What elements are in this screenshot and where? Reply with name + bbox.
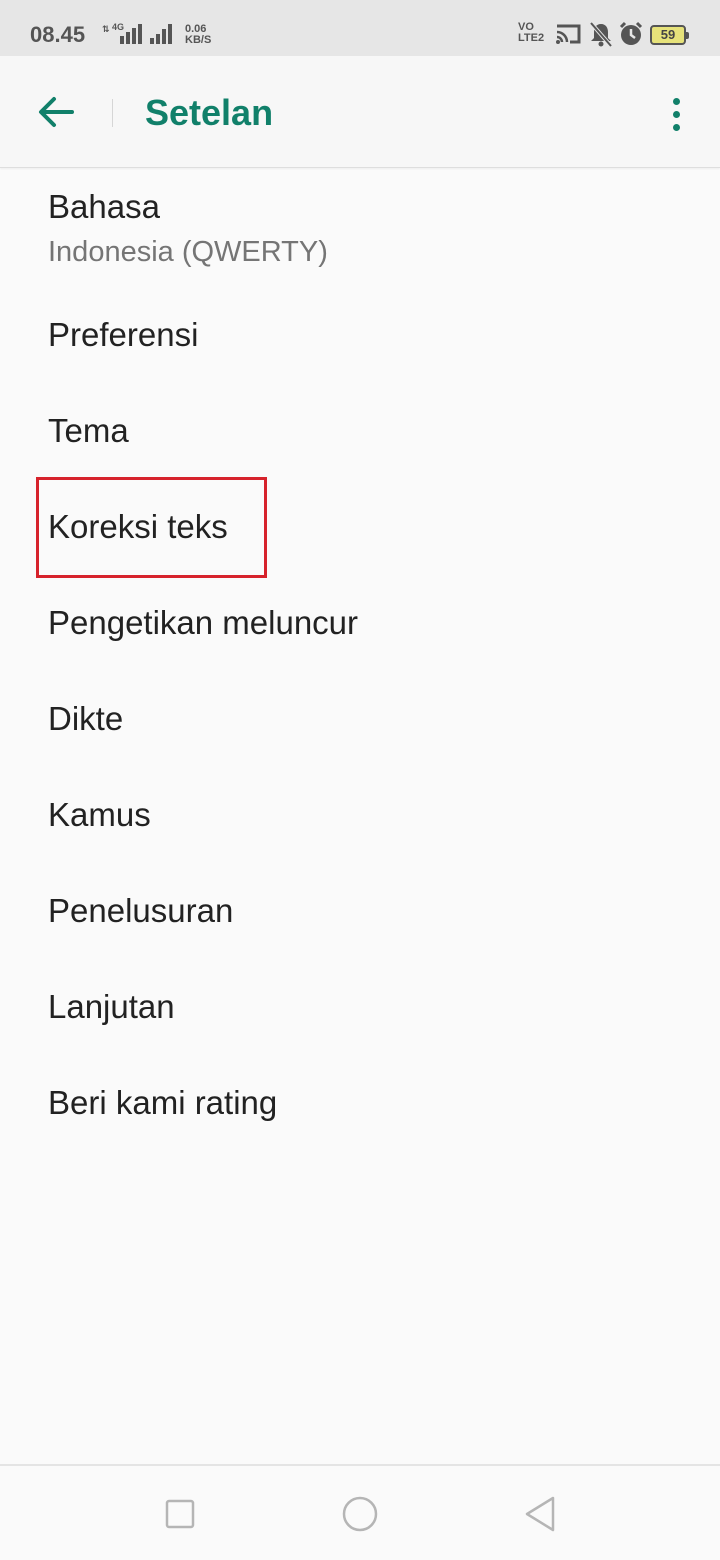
highlight-annotation-box — [36, 477, 267, 578]
setting-item-pengetikan-meluncur[interactable]: Pengetikan meluncur — [0, 570, 720, 666]
cast-icon — [556, 24, 581, 44]
setting-item-title: Kamus — [48, 796, 151, 833]
setting-item-title: Dikte — [48, 700, 124, 737]
app-bar-divider — [112, 99, 113, 127]
recents-button[interactable] — [152, 1486, 208, 1542]
setting-item-title: Penelusuran — [48, 892, 234, 929]
setting-item-title: Lanjutan — [48, 988, 175, 1025]
more-vertical-icon-dot — [672, 110, 680, 118]
more-options-button[interactable] — [656, 88, 696, 140]
notifications-off-icon — [589, 21, 613, 48]
alarm-icon — [619, 21, 643, 45]
signal-strength-1-icon — [120, 22, 142, 44]
setting-item-title: Pengetikan meluncur — [48, 604, 359, 641]
status-bar: 08.45 ⇅ 4G 0.06 KB/S VO LTE2 59 — [0, 0, 720, 56]
setting-item-subtitle: Indonesia (QWERTY) — [48, 236, 328, 268]
setting-item-preferensi[interactable]: Preferensi — [0, 282, 720, 378]
circle-icon — [342, 1496, 378, 1532]
app-bar: Setelan — [0, 56, 720, 168]
more-vertical-icon-dot — [672, 97, 680, 105]
more-vertical-icon-dot — [672, 123, 680, 131]
setting-item-title: Beri kami rating — [48, 1084, 278, 1121]
back-button[interactable] — [30, 86, 82, 138]
setting-item-title: Tema — [48, 412, 129, 449]
setting-item-title: Preferensi — [48, 316, 199, 353]
battery-indicator: 59 — [650, 25, 689, 45]
network-speed-unit: KB/S — [185, 34, 212, 46]
setting-item-bahasa[interactable]: Bahasa Indonesia (QWERTY) — [0, 168, 720, 282]
data-arrows-icon: ⇅ — [102, 24, 110, 34]
network-speed: 0.06 KB/S — [185, 24, 211, 46]
setting-item-dikte[interactable]: Dikte — [0, 666, 720, 762]
square-icon — [165, 1499, 195, 1529]
setting-item-beri-kami-rating[interactable]: Beri kami rating — [0, 1050, 720, 1146]
page-title: Setelan — [145, 92, 274, 133]
signal-strength-2-icon — [150, 22, 172, 44]
setting-item-lanjutan[interactable]: Lanjutan — [0, 954, 720, 1050]
system-navigation-bar — [0, 1464, 720, 1560]
setting-item-penelusuran[interactable]: Penelusuran — [0, 858, 720, 954]
nav-back-button[interactable] — [512, 1486, 568, 1542]
status-time: 08.45 — [30, 22, 86, 47]
setting-item-tema[interactable]: Tema — [0, 378, 720, 474]
home-button[interactable] — [332, 1486, 388, 1542]
arrow-left-icon — [39, 97, 74, 127]
volte-icon: VO LTE2 — [518, 22, 544, 44]
volte-bottom: LTE2 — [518, 32, 545, 44]
triangle-back-icon — [525, 1496, 555, 1532]
setting-item-title: Bahasa — [48, 188, 160, 225]
setting-item-kamus[interactable]: Kamus — [0, 762, 720, 858]
